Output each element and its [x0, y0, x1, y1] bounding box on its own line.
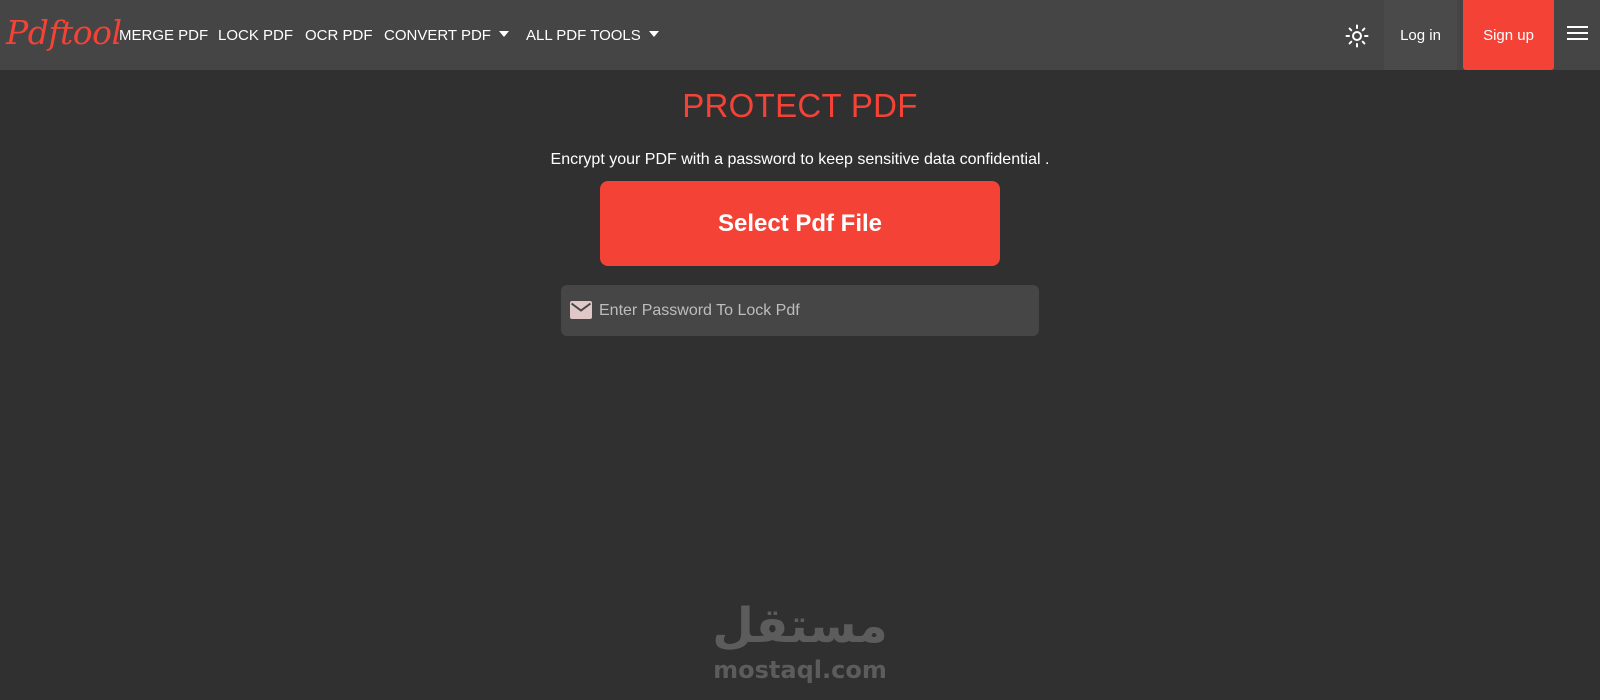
- password-input[interactable]: [599, 285, 1029, 336]
- login-button[interactable]: Log in: [1384, 0, 1457, 70]
- watermark-latin-text: mostaql.com: [713, 656, 887, 684]
- page-title: PROTECT PDF: [682, 87, 918, 124]
- nav-link-label: CONVERT PDF: [384, 27, 491, 44]
- envelope-icon: [570, 301, 592, 319]
- brand-logo[interactable]: Pdftool: [6, 10, 122, 56]
- nav-dropdown-all-pdf-tools[interactable]: ALL PDF TOOLS: [526, 26, 659, 46]
- navbar: Pdftool MERGE PDF LOCK PDF OCR PDF CONVE…: [0, 0, 1600, 70]
- nav-link-label: MERGE PDF: [119, 27, 209, 44]
- sun-icon: [1345, 24, 1369, 48]
- nav-link-merge-pdf[interactable]: MERGE PDF: [119, 26, 208, 46]
- password-input-group: [561, 285, 1039, 336]
- watermark-arabic-text: مستقل: [712, 598, 888, 654]
- nav-link-label: LOCK PDF: [218, 27, 294, 44]
- signup-button-label: Sign up: [1483, 26, 1534, 44]
- nav-link-lock-pdf[interactable]: LOCK PDF: [218, 26, 293, 46]
- caret-down-icon: [648, 31, 659, 37]
- hamburger-menu-icon[interactable]: [1567, 26, 1588, 44]
- nav-link-ocr-pdf[interactable]: OCR PDF: [305, 26, 373, 46]
- theme-toggle-button[interactable]: [1345, 24, 1369, 48]
- caret-down-icon: [498, 31, 509, 37]
- select-pdf-file-label: Select Pdf File: [717, 209, 883, 237]
- page-subtitle: Encrypt your PDF with a password to keep…: [550, 151, 1050, 168]
- nav-link-label: OCR PDF: [305, 27, 373, 44]
- watermark-logo: مستقل mostaql.com: [700, 598, 900, 688]
- select-pdf-file-button[interactable]: Select Pdf File: [600, 181, 1000, 266]
- login-button-label: Log in: [1400, 26, 1441, 44]
- nav-link-label: ALL PDF TOOLS: [526, 27, 641, 44]
- signup-button[interactable]: Sign up: [1463, 0, 1554, 70]
- nav-dropdown-convert-pdf[interactable]: CONVERT PDF: [384, 26, 509, 46]
